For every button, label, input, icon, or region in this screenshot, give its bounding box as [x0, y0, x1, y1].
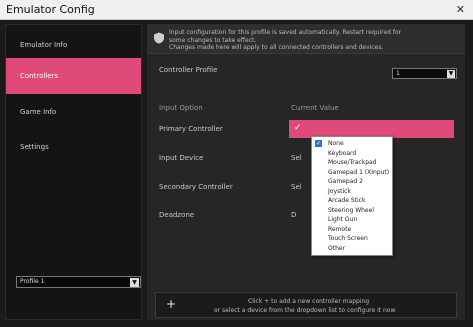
sidebar-item-label: Controllers: [20, 72, 59, 80]
row-label-primary-controller: Primary Controller: [159, 125, 223, 133]
checkbox-checked-icon: ✓: [315, 140, 322, 147]
row-value-secondary-controller[interactable]: Sel: [291, 183, 302, 191]
sidebar-item-game-info[interactable]: Game Info: [6, 96, 141, 128]
row-label-secondary-controller: Secondary Controller: [159, 183, 233, 191]
column-header-value: Current Value: [291, 104, 339, 112]
dropdown-option-label: Keyboard: [328, 149, 357, 157]
dropdown-option[interactable]: Arcade Stick: [315, 196, 390, 205]
dropdown-option[interactable]: Other: [315, 244, 390, 253]
add-hint-line1: Click + to add a new controller mapping: [248, 298, 370, 305]
dropdown-option[interactable]: Touch Screen: [315, 234, 390, 243]
dropdown-option-label: Gamepad 1 (XInput): [328, 168, 390, 176]
row-label-deadzone: Deadzone: [159, 211, 195, 219]
shield-icon: [154, 32, 164, 44]
sidebar-item-settings[interactable]: Settings: [6, 131, 141, 163]
main-panel: Input configuration for this profile is …: [147, 24, 465, 320]
dropdown-option-label: Arcade Stick: [328, 197, 366, 204]
dropdown-option[interactable]: Steering Wheel: [315, 206, 390, 215]
profile-select[interactable]: Profile 1 ▼: [16, 276, 141, 288]
sidebar-item-label: Settings: [20, 143, 49, 151]
device-dropdown-list[interactable]: ✓ None Keyboard Mouse/Trackpad Gamepad 1…: [311, 136, 393, 256]
dropdown-option-label: Light Gun: [328, 216, 358, 223]
dropdown-option-label: Steering Wheel: [328, 206, 374, 214]
app-window: Emulator Config ✕ Emulator Info Controll…: [0, 0, 473, 327]
banner-text-line1: Input configuration for this profile is …: [169, 29, 402, 36]
dropdown-option-label: Gamepad 2: [328, 178, 363, 185]
controller-profile-label: Controller Profile: [159, 66, 218, 74]
dropdown-option[interactable]: Gamepad 1 (XInput): [315, 168, 390, 177]
info-banner: Input configuration for this profile is …: [147, 24, 465, 54]
dropdown-option-label: Other: [328, 244, 346, 252]
dropdown-option[interactable]: Light Gun: [315, 215, 390, 224]
sidebar-item-controllers[interactable]: Controllers: [6, 58, 141, 94]
dropdown-option[interactable]: Gamepad 2: [315, 177, 390, 186]
dropdown-option-label: None: [328, 140, 344, 147]
dropdown-option[interactable]: Remote: [315, 225, 390, 234]
profile-select-value: Profile 1: [20, 278, 45, 285]
row-value-input-device[interactable]: Sel: [291, 154, 302, 162]
window-title: Emulator Config: [6, 3, 95, 16]
column-header-option: Input Option: [159, 104, 203, 112]
dropdown-option-label: Mouse/Trackpad: [328, 159, 377, 166]
row-value-deadzone[interactable]: D: [291, 211, 296, 219]
banner-text-line2: some changes to take effect.: [169, 37, 257, 44]
row-label-input-device: Input Device: [159, 154, 204, 162]
dropdown-option-label: Joystick: [328, 187, 351, 195]
sidebar-item-label: Emulator Info: [20, 41, 68, 49]
title-bar: Emulator Config ✕: [0, 0, 473, 20]
dropdown-option[interactable]: ✓ None: [315, 139, 390, 148]
add-hint-line2: or select a device from the dropdown lis…: [214, 307, 396, 314]
banner-text-line3: Changes made here will apply to all conn…: [169, 44, 384, 51]
controller-profile-value: 1: [396, 70, 400, 77]
dropdown-option-label: Touch Screen: [328, 235, 368, 242]
sidebar-item-label: Game Info: [20, 108, 57, 116]
close-icon[interactable]: ✕: [456, 3, 465, 16]
dropdown-option[interactable]: Keyboard: [315, 149, 390, 158]
chevron-down-icon[interactable]: ▼: [130, 278, 139, 287]
sidebar-item-emulator-info[interactable]: Emulator Info: [6, 29, 141, 61]
dropdown-option-label: Remote: [328, 225, 352, 233]
add-mapping-button[interactable]: +: [166, 297, 176, 311]
sidebar: Emulator Info Controllers Game Info Sett…: [5, 24, 142, 320]
controller-profile-select[interactable]: 1 ▼: [392, 68, 457, 79]
check-icon: ✓: [294, 123, 302, 133]
dropdown-option[interactable]: Mouse/Trackpad: [315, 158, 390, 167]
chevron-down-icon[interactable]: ▼: [447, 70, 455, 78]
add-mapping-bar: + Click + to add a new controller mappin…: [155, 292, 457, 318]
dropdown-option[interactable]: Joystick: [315, 187, 390, 196]
